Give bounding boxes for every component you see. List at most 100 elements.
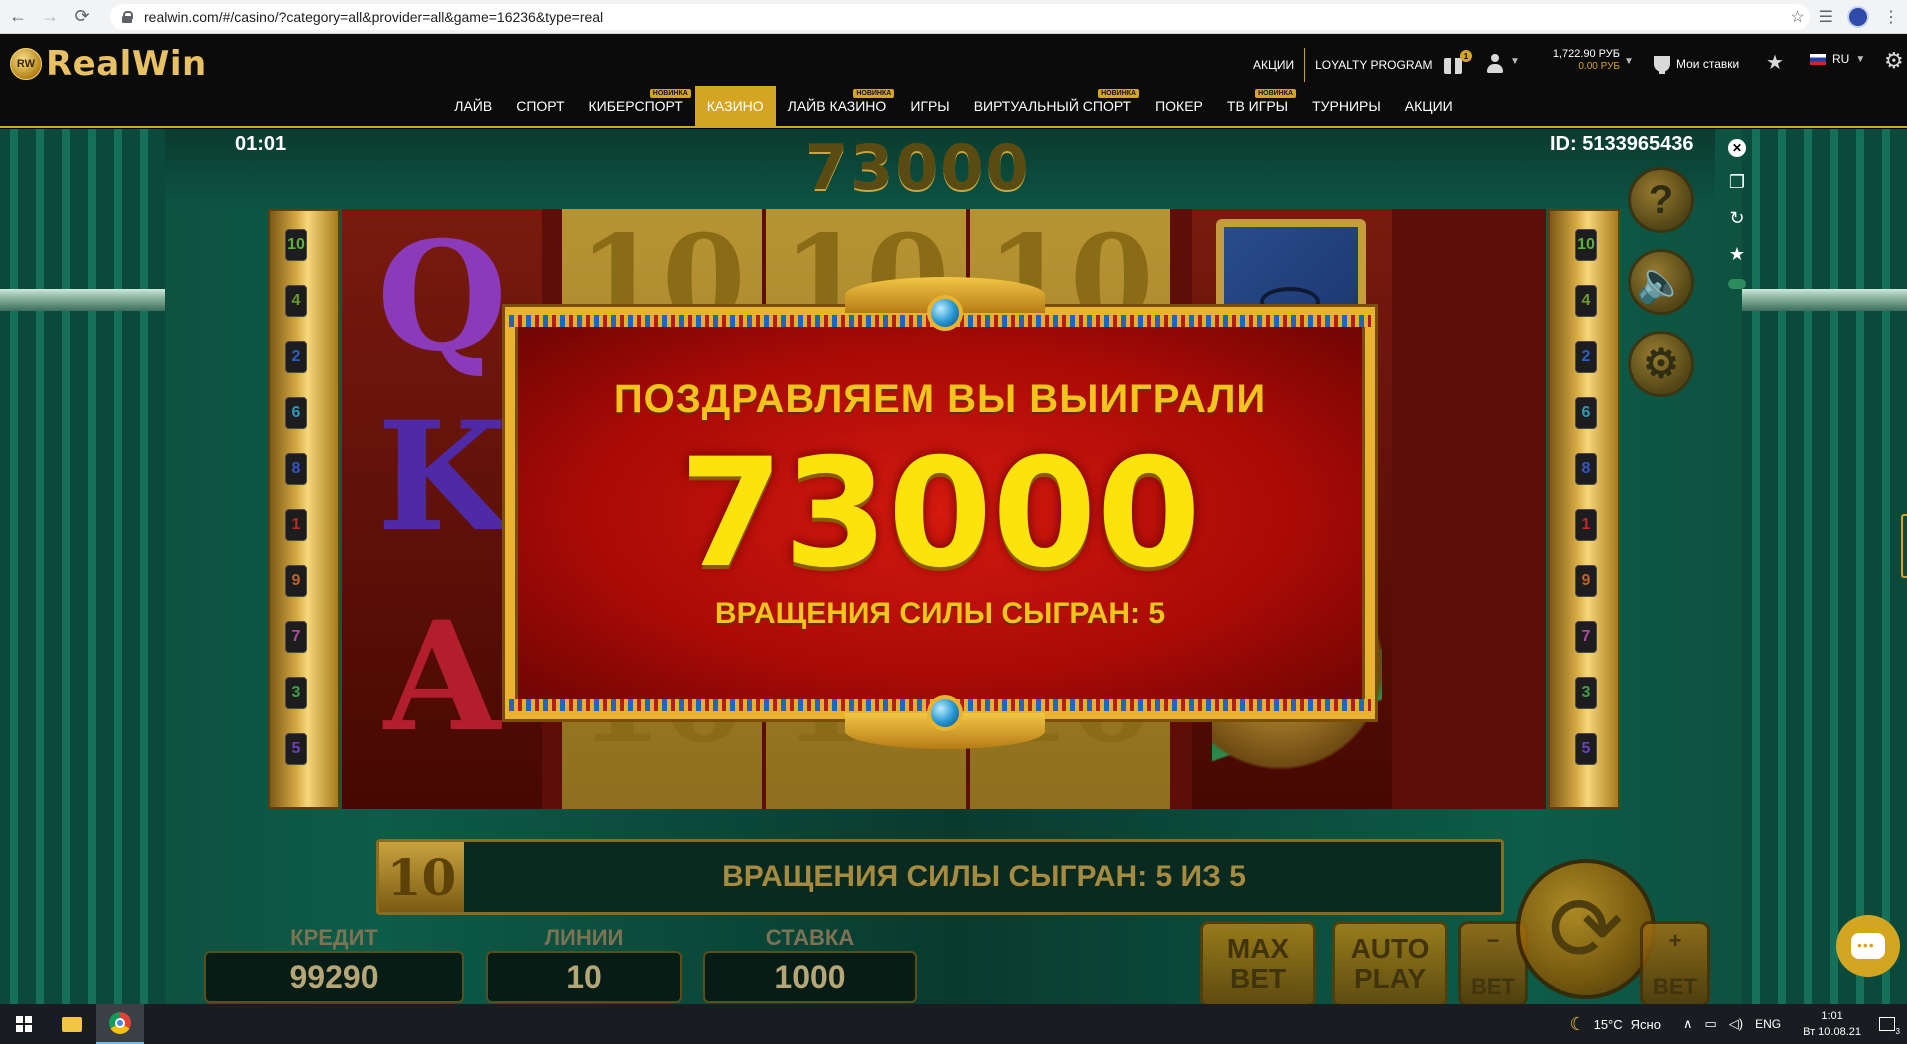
bookmark-star-icon[interactable]: ☆ <box>1790 7 1804 27</box>
speaker-icon: 🔈 <box>1636 260 1686 305</box>
address-bar[interactable]: realwin.com/#/casino/?category=all&provi… <box>110 4 1810 30</box>
settings-button[interactable]: ⚙ <box>1628 331 1694 397</box>
chevron-up-icon[interactable]: ∧ <box>1683 1016 1693 1032</box>
volume-icon[interactable]: ◁) <box>1729 1016 1743 1032</box>
top-win-display: 73000 <box>805 131 1031 204</box>
logo-text: RealWin <box>46 44 207 84</box>
profile-avatar[interactable] <box>1847 6 1869 28</box>
balance-display[interactable]: 1,722.90 РУБ 0.00 РУБ <box>1544 48 1620 72</box>
nav-label: ИГРЫ <box>910 98 950 114</box>
status-panel: 10 ВРАЩЕНИЯ СИЛЫ СЫГРАН: 5 ИЗ 5 <box>376 839 1504 915</box>
game-side-buttons: ? 🔈 ⚙ <box>1628 167 1694 397</box>
reading-list-icon[interactable]: ☰ <box>1819 7 1833 27</box>
auto-play-line1: AUTO <box>1350 933 1430 964</box>
weather-text: Ясно <box>1630 1016 1661 1032</box>
windows-taskbar: ☾ 15°C Ясно ∧ ▭ ◁) ENG 1:01 Вт 10.08.21 … <box>0 1004 1907 1044</box>
header-link-promotions[interactable]: АКЦИИ <box>1243 48 1304 82</box>
line-number: 6 <box>1575 397 1597 429</box>
gear-icon[interactable]: ⚙ <box>1884 48 1904 74</box>
nav-label: ЛАЙВ <box>454 98 493 114</box>
win-subtitle: ВРАЩЕНИЯ СИЛЫ СЫГРАН: 5 <box>714 597 1166 630</box>
taskbar-explorer[interactable] <box>48 1004 96 1044</box>
nav-item-esports[interactable]: КИБЕРСПОРТ НОВИНКА <box>577 86 695 126</box>
folder-icon <box>62 1016 82 1032</box>
bet-minus-label: BET <box>1471 974 1515 999</box>
new-badge: НОВИНКА <box>1255 89 1297 98</box>
line-number: 3 <box>285 677 307 709</box>
nav-item-live-casino[interactable]: ЛАЙВ КАЗИНО НОВИНКА <box>776 86 899 126</box>
line-number: 6 <box>285 397 307 429</box>
chevron-down-icon[interactable]: ▼ <box>1510 56 1520 67</box>
win-amount: 73000 <box>679 427 1201 601</box>
nav-label: ВИРТУАЛЬНЫЙ СПОРТ <box>973 98 1132 114</box>
bet-value[interactable]: 1000 <box>703 951 917 1003</box>
balance-main: 1,722.90 РУБ <box>1552 48 1620 60</box>
favorite-star-icon[interactable]: ★ <box>1726 243 1748 265</box>
nav-item-casino[interactable]: КАЗИНО <box>694 86 776 126</box>
weather-temp: 15°C <box>1593 1016 1623 1032</box>
help-button[interactable]: ? <box>1628 167 1694 233</box>
input-language[interactable]: ENG <box>1755 1017 1781 1031</box>
gift-button[interactable]: 1 <box>1444 50 1472 78</box>
nav-item-sport[interactable]: СПОРТ <box>504 86 576 126</box>
nav-label: СПОРТ <box>516 98 565 114</box>
gift-count-badge: 1 <box>1460 50 1472 62</box>
forward-button[interactable]: → <box>36 3 64 31</box>
chevron-down-icon[interactable]: ▼ <box>1624 56 1634 67</box>
arrow-left-icon: ← <box>9 6 27 26</box>
decor-column-left <box>0 129 165 1004</box>
nav-item-games[interactable]: ИГРЫ <box>898 86 961 126</box>
new-badge: НОВИНКА <box>1098 89 1140 98</box>
chat-button[interactable] <box>1836 915 1900 977</box>
user-icon[interactable] <box>1486 54 1504 74</box>
win-modal[interactable]: ПОЗДРАВЛЯЕМ ВЫ ВЫИГРАЛИ 73000 ВРАЩЕНИЯ С… <box>505 277 1375 749</box>
game-window-controls: ✕ ❐ ↻ ★ <box>1720 139 1754 289</box>
nav-item-promotions[interactable]: АКЦИИ <box>1393 86 1465 126</box>
reload-button[interactable]: ⟳ <box>68 3 96 31</box>
notifications-icon[interactable]: 3 <box>1879 1017 1900 1036</box>
header-link-loyalty[interactable]: LOYALTY PROGRAM <box>1304 48 1442 82</box>
windows-logo-icon <box>16 1016 32 1032</box>
lines-value[interactable]: 10 <box>486 951 682 1003</box>
nav-item-tv-games[interactable]: ТВ ИГРЫ НОВИНКА <box>1215 86 1300 126</box>
nav-item-live[interactable]: ЛАЙВ <box>442 86 504 126</box>
gift-icon <box>1444 58 1462 74</box>
nav-item-poker[interactable]: ПОКЕР <box>1143 86 1215 126</box>
popout-icon[interactable]: ❐ <box>1726 171 1748 193</box>
toggle-switch[interactable] <box>1728 279 1746 289</box>
nav-item-tournaments[interactable]: ТУРНИРЫ <box>1300 86 1393 126</box>
status-text: ВРАЩЕНИЯ СИЛЫ СЫГРАН: 5 ИЗ 5 <box>722 860 1246 893</box>
spin-button[interactable]: ⟳ <box>1516 859 1656 999</box>
nav-label: АКЦИИ <box>1404 98 1453 114</box>
clock[interactable]: 1:01 Вт 10.08.21 <box>1803 1008 1861 1040</box>
favorites-star-icon[interactable]: ★ <box>1766 50 1784 75</box>
start-button[interactable] <box>0 1004 48 1044</box>
jewel-icon <box>927 695 963 731</box>
browser-menu-icon[interactable]: ⋮ <box>1883 7 1899 27</box>
close-icon[interactable]: ✕ <box>1728 139 1746 157</box>
nav-item-virtual-sport[interactable]: ВИРТУАЛЬНЫЙ СПОРТ НОВИНКА <box>962 86 1143 126</box>
new-badge: НОВИНКА <box>649 89 691 98</box>
reload-icon[interactable]: ↻ <box>1726 207 1748 229</box>
back-button[interactable]: ← <box>4 3 32 31</box>
side-panel-tab[interactable] <box>1901 514 1907 578</box>
site-logo[interactable]: RW RealWin <box>10 44 207 84</box>
my-bets-link[interactable]: Мои ставки <box>1654 52 1739 76</box>
language-selector[interactable]: RU ▼ <box>1810 52 1865 66</box>
sound-button[interactable]: 🔈 <box>1628 249 1694 315</box>
weather-widget[interactable]: ☾ 15°C Ясно <box>1569 1014 1661 1035</box>
arrow-right-icon: → <box>41 6 59 26</box>
game-area[interactable]: 01:01 73000 ID: 5133965436 Q K A 10 10 1… <box>0 129 1907 1004</box>
max-bet-line1: MAX <box>1226 933 1290 964</box>
main-nav: ЛАЙВ СПОРТ КИБЕРСПОРТ НОВИНКА КАЗИНО ЛАЙВ… <box>0 86 1907 126</box>
taskbar-chrome[interactable] <box>96 1004 144 1044</box>
language-label: RU <box>1832 52 1850 66</box>
nav-label: ТУРНИРЫ <box>1312 98 1381 114</box>
network-icon[interactable]: ▭ <box>1704 1016 1716 1032</box>
bet-plus-button[interactable]: + BET <box>1640 921 1710 1004</box>
max-bet-button[interactable]: MAX BET <box>1200 921 1316 1004</box>
decor-column-right <box>1742 129 1907 1004</box>
url-text: realwin.com/#/casino/?category=all&provi… <box>144 9 604 25</box>
chrome-icon <box>109 1012 131 1034</box>
auto-play-button[interactable]: AUTO PLAY <box>1332 921 1448 1004</box>
